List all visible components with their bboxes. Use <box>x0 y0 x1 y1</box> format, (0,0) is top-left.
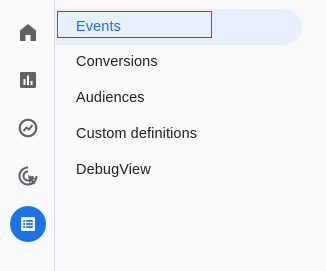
configure-button[interactable] <box>10 206 46 242</box>
reports-button[interactable] <box>10 62 46 98</box>
explore-icon <box>18 118 38 138</box>
menu-item-label: Events <box>76 19 121 35</box>
menu-item-audiences[interactable]: Audiences <box>55 80 145 116</box>
advertising-icon <box>18 166 38 186</box>
menu-item-label: Audiences <box>76 90 145 106</box>
advertising-button[interactable] <box>10 158 46 194</box>
menu-item-label: Conversions <box>76 54 158 70</box>
nav-rail <box>0 0 55 271</box>
menu-item-custom-definitions[interactable]: Custom definitions <box>55 116 197 152</box>
home-icon <box>20 24 36 41</box>
explore-button[interactable] <box>10 110 46 146</box>
menu-item-events[interactable]: Events <box>55 9 302 45</box>
menu-item-label: DebugView <box>76 162 151 178</box>
menu-item-label: Custom definitions <box>76 126 198 142</box>
configure-menu: Events Conversions Audiences Custom defi… <box>55 0 326 271</box>
reports-icon <box>20 72 36 88</box>
menu-item-debugview[interactable]: DebugView <box>55 152 151 188</box>
configure-icon <box>21 217 35 231</box>
home-button[interactable] <box>10 15 46 51</box>
menu-item-conversions[interactable]: Conversions <box>55 44 158 80</box>
